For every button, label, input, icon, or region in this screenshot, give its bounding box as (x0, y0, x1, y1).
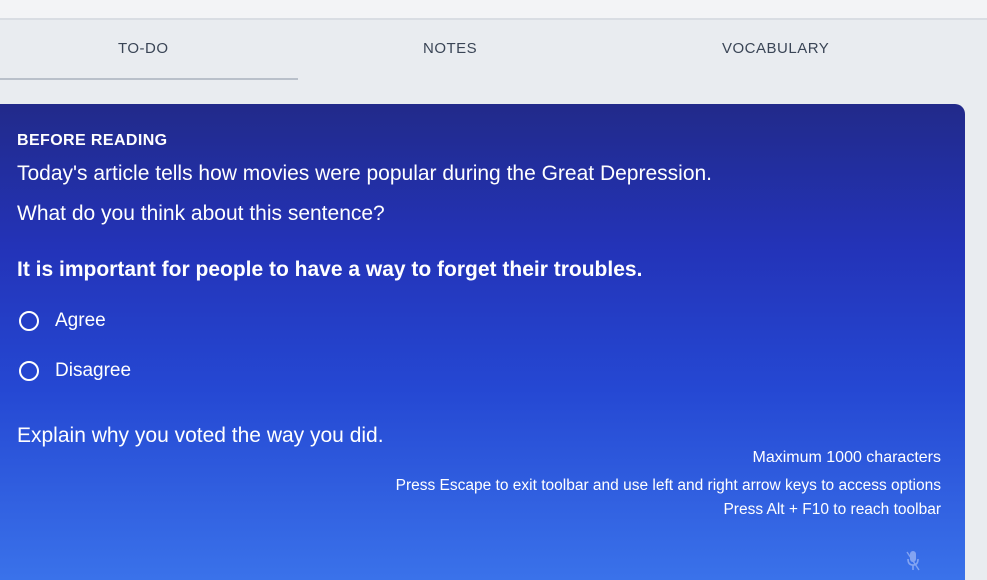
disagree-label[interactable]: Disagree (55, 360, 131, 382)
tab-notes[interactable]: NOTES (423, 40, 477, 57)
option-agree[interactable]: Agree (17, 308, 106, 334)
intro-text-line1: Today's article tells how movies were po… (17, 162, 713, 185)
agree-radio[interactable] (19, 311, 39, 331)
tab-bar: TO-DO NOTES VOCABULARY (0, 20, 987, 100)
section-title: BEFORE READING (17, 132, 168, 149)
toolbar-escape-hint: Press Escape to exit toolbar and use lef… (395, 477, 941, 494)
intro-text-line2: What do you think about this sentence? (17, 202, 385, 225)
toolbar-alt-hint: Press Alt + F10 to reach toolbar (723, 501, 941, 518)
active-tab-underline (0, 78, 298, 80)
option-disagree[interactable]: Disagree (17, 358, 131, 384)
tab-vocabulary[interactable]: VOCABULARY (722, 40, 829, 57)
disagree-radio[interactable] (19, 361, 39, 381)
top-strip (0, 0, 987, 20)
agree-label[interactable]: Agree (55, 310, 106, 332)
max-characters-note: Maximum 1000 characters (752, 449, 941, 466)
before-reading-panel: BEFORE READING Today's article tells how… (0, 104, 965, 580)
explain-prompt: Explain why you voted the way you did. (17, 424, 384, 447)
poll-statement: It is important for people to have a way… (17, 258, 643, 281)
microphone-icon[interactable] (906, 550, 920, 572)
tab-todo[interactable]: TO-DO (118, 40, 169, 57)
